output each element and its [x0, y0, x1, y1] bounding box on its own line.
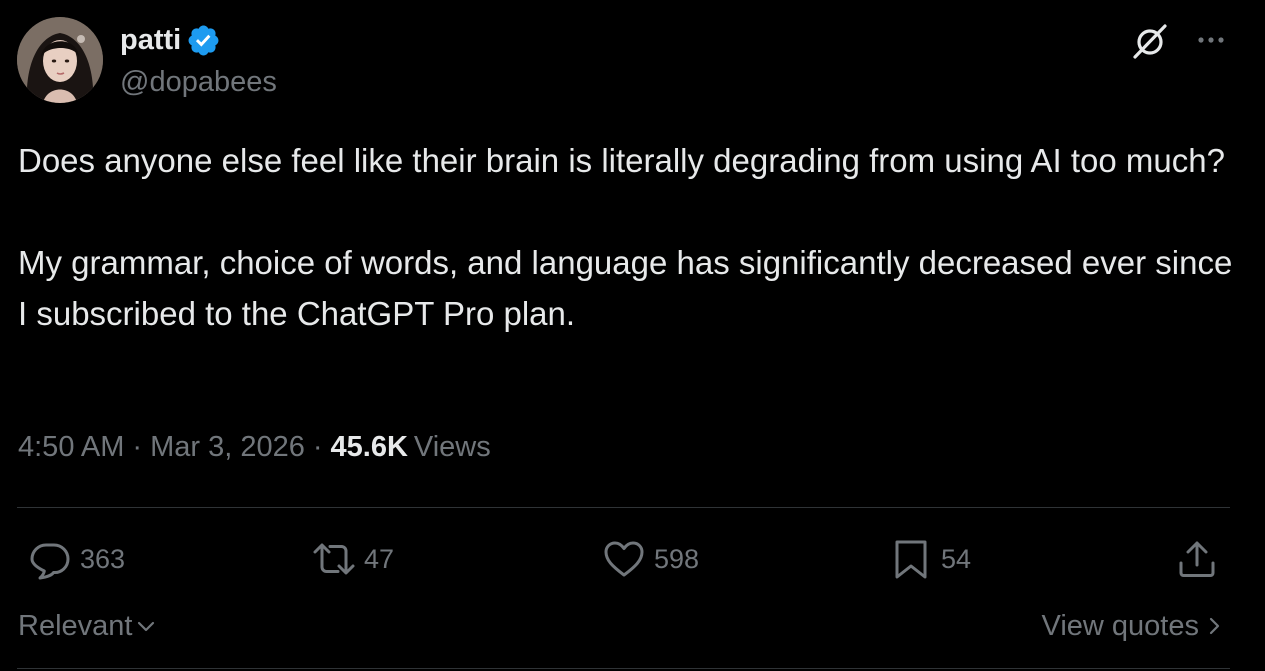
bookmark-button[interactable]: 54	[889, 536, 971, 582]
tweet-detail: patti @dopabees Does anyone else feel li…	[0, 0, 1265, 671]
author-name-row[interactable]: patti	[120, 18, 221, 62]
reply-icon	[28, 537, 72, 581]
view-quotes-link[interactable]: View quotes	[1042, 606, 1225, 646]
chevron-down-icon	[135, 615, 157, 637]
more-dots-icon[interactable]	[1193, 22, 1229, 58]
reply-count: 363	[80, 543, 126, 574]
bookmark-icon	[889, 537, 933, 581]
verified-badge-icon[interactable]	[186, 23, 221, 58]
tweet-paragraph: Does anyone else feel like their brain i…	[18, 142, 1225, 179]
views-label: Views	[413, 431, 491, 463]
chevron-right-icon	[1205, 615, 1225, 637]
meta-separator: ·	[312, 431, 323, 463]
tweet-paragraph: My grammar, choice of words, and languag…	[18, 244, 1233, 332]
meta-separator: ·	[132, 431, 143, 463]
bookmark-count: 54	[941, 543, 972, 574]
grok-icon[interactable]	[1130, 21, 1170, 61]
tweet-text: Does anyone else feel like their brain i…	[18, 135, 1238, 339]
like-count: 598	[654, 543, 700, 574]
divider	[17, 668, 1230, 669]
divider	[17, 507, 1230, 508]
display-name[interactable]: patti	[120, 18, 181, 62]
repost-count: 47	[364, 543, 395, 574]
share-button[interactable]	[1175, 536, 1219, 582]
like-button[interactable]: 598	[602, 536, 699, 582]
avatar[interactable]	[17, 17, 103, 103]
sort-label: Relevant	[18, 610, 133, 642]
repost-button[interactable]: 47	[312, 536, 394, 582]
author-handle[interactable]: @dopabees	[120, 62, 277, 102]
repost-icon	[312, 537, 356, 581]
view-quotes-label: View quotes	[1041, 610, 1199, 642]
share-icon	[1175, 537, 1219, 581]
tweet-time[interactable]: 4:50 AM	[18, 431, 124, 463]
views-count: 45.6K	[330, 431, 408, 463]
reply-button[interactable]: 363	[28, 536, 125, 582]
heart-icon	[602, 537, 646, 581]
tweet-meta: 4:50 AM · Mar 3, 2026 · 45.6K Views	[18, 427, 491, 467]
sort-replies-dropdown[interactable]: Relevant	[18, 606, 157, 646]
tweet-date[interactable]: Mar 3, 2026	[150, 431, 305, 463]
